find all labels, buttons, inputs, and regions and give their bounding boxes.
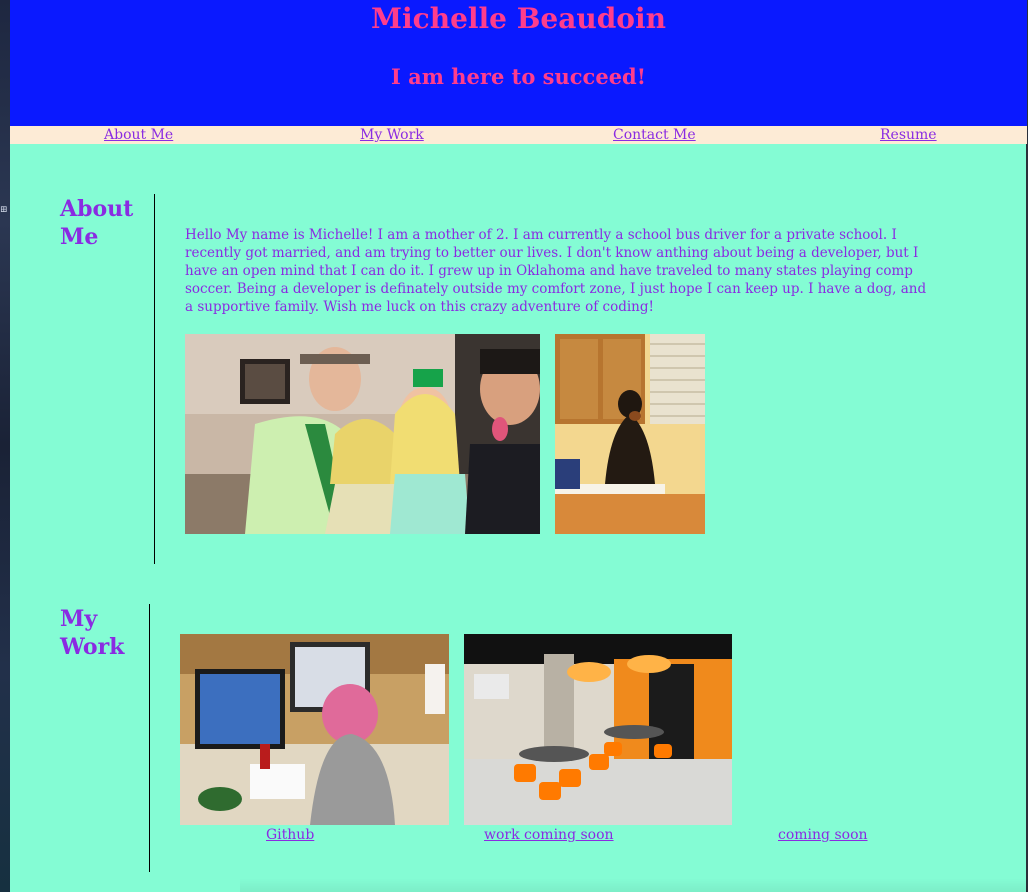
about-text: Hello My name is Michelle! I am a mother…: [185, 227, 927, 315]
github-link[interactable]: Github: [266, 826, 314, 844]
site-title: Michelle Beaudoin: [371, 2, 666, 35]
cafe-photo: [464, 634, 732, 825]
nav-link-resume[interactable]: Resume: [880, 126, 937, 144]
family-photo: [185, 334, 540, 534]
work-heading: My Work: [60, 606, 125, 660]
nav-link-contact-me[interactable]: Contact Me: [613, 126, 696, 144]
coming-soon-link[interactable]: coming soon: [778, 826, 868, 844]
nav-link-about-me[interactable]: About Me: [104, 126, 173, 144]
nav-bar: About Me My Work Contact Me Resume: [10, 126, 1027, 144]
dog-photo: [555, 334, 705, 534]
about-divider: [154, 194, 155, 564]
page-bottom-shadow: [240, 878, 1027, 892]
coding-photo: [180, 634, 449, 825]
site-tagline: I am here to succeed!: [391, 64, 646, 89]
work-coming-soon-link[interactable]: work coming soon: [484, 826, 614, 844]
desktop-edge: ⊞: [0, 0, 10, 892]
work-divider: [149, 604, 150, 872]
nav-link-my-work[interactable]: My Work: [360, 126, 424, 144]
page-header: Michelle Beaudoin I am here to succeed!: [10, 0, 1027, 126]
desktop-edge-icon: ⊞: [0, 205, 8, 215]
about-heading: About Me: [60, 196, 134, 250]
